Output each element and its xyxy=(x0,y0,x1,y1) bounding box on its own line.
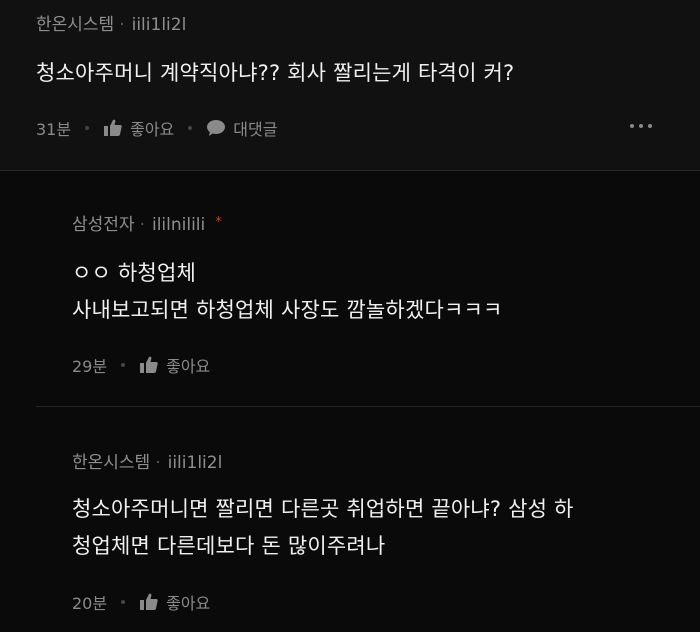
like-button[interactable]: 좋아요 xyxy=(103,116,174,140)
reply-actions: 29분 좋아요 xyxy=(72,353,210,377)
reply-time: 20분 xyxy=(72,594,108,613)
reply-author-meta: 한온시스템 · iili1li2l xyxy=(72,448,222,473)
post-text: 청소아주머니 계약직아냐?? 회사 짤리는게 타격이 커? xyxy=(36,61,515,85)
divider xyxy=(36,406,700,407)
reply-nickname[interactable]: ililnilili xyxy=(152,215,205,235)
post-time: 31분 xyxy=(36,120,72,139)
more-button[interactable] xyxy=(628,118,654,134)
reply-text-line: 청소아주머니면 짤리면 다른곳 취업하면 끝아냐? 삼성 하 xyxy=(72,497,574,521)
like-label: 좋아요 xyxy=(166,594,211,613)
reply-author-meta: 삼성전자 · ililnilili * xyxy=(72,210,222,235)
thumbs-up-icon xyxy=(140,593,158,610)
reply-text-line: ㅇㅇ 하청업체 xyxy=(72,261,196,285)
post-company[interactable]: 한온시스템 xyxy=(36,15,114,35)
post: 한온시스템 · iili1li2l 청소아주머니 계약직아냐?? 회사 짤리는게 타… xyxy=(0,0,700,170)
separator-dot xyxy=(188,126,193,130)
like-button[interactable]: 좋아요 xyxy=(139,353,210,377)
thumbs-up-icon xyxy=(140,356,158,373)
post-nickname[interactable]: iili1li2l xyxy=(132,15,187,35)
post-actions: 31분 좋아요 대댓글 xyxy=(36,116,277,140)
reply-company[interactable]: 한온시스템 xyxy=(72,453,150,473)
post-author-meta: 한온시스템 · iili1li2l xyxy=(36,10,186,35)
separator-dot xyxy=(85,126,90,130)
reply-text-line: 청업체면 다른데보다 돈 많이주려나 xyxy=(72,534,386,558)
separator-dot xyxy=(121,363,126,367)
speech-bubble-icon xyxy=(207,120,226,136)
more-dots-icon xyxy=(630,124,634,128)
like-label: 좋아요 xyxy=(130,120,175,139)
reply-button[interactable]: 대댓글 xyxy=(206,116,277,140)
badge-star-icon: * xyxy=(215,215,222,230)
separator-dot: · xyxy=(139,215,145,235)
thumbs-up-icon xyxy=(104,119,122,136)
like-label: 좋아요 xyxy=(166,357,211,376)
separator-dot xyxy=(121,600,126,604)
like-button[interactable]: 좋아요 xyxy=(139,590,210,614)
separator-dot: · xyxy=(119,15,125,35)
reply-company[interactable]: 삼성전자 xyxy=(72,215,135,235)
reply-nickname[interactable]: iili1li2l xyxy=(168,453,223,473)
reply-text-line: 사내보고되면 하청업체 사장도 깜놀하겠다ㅋㅋㅋ xyxy=(72,298,503,322)
reply-time: 29분 xyxy=(72,357,108,376)
reply-label: 대댓글 xyxy=(233,120,278,139)
separator-dot: · xyxy=(155,453,161,473)
reply-actions: 20분 좋아요 xyxy=(72,590,210,614)
